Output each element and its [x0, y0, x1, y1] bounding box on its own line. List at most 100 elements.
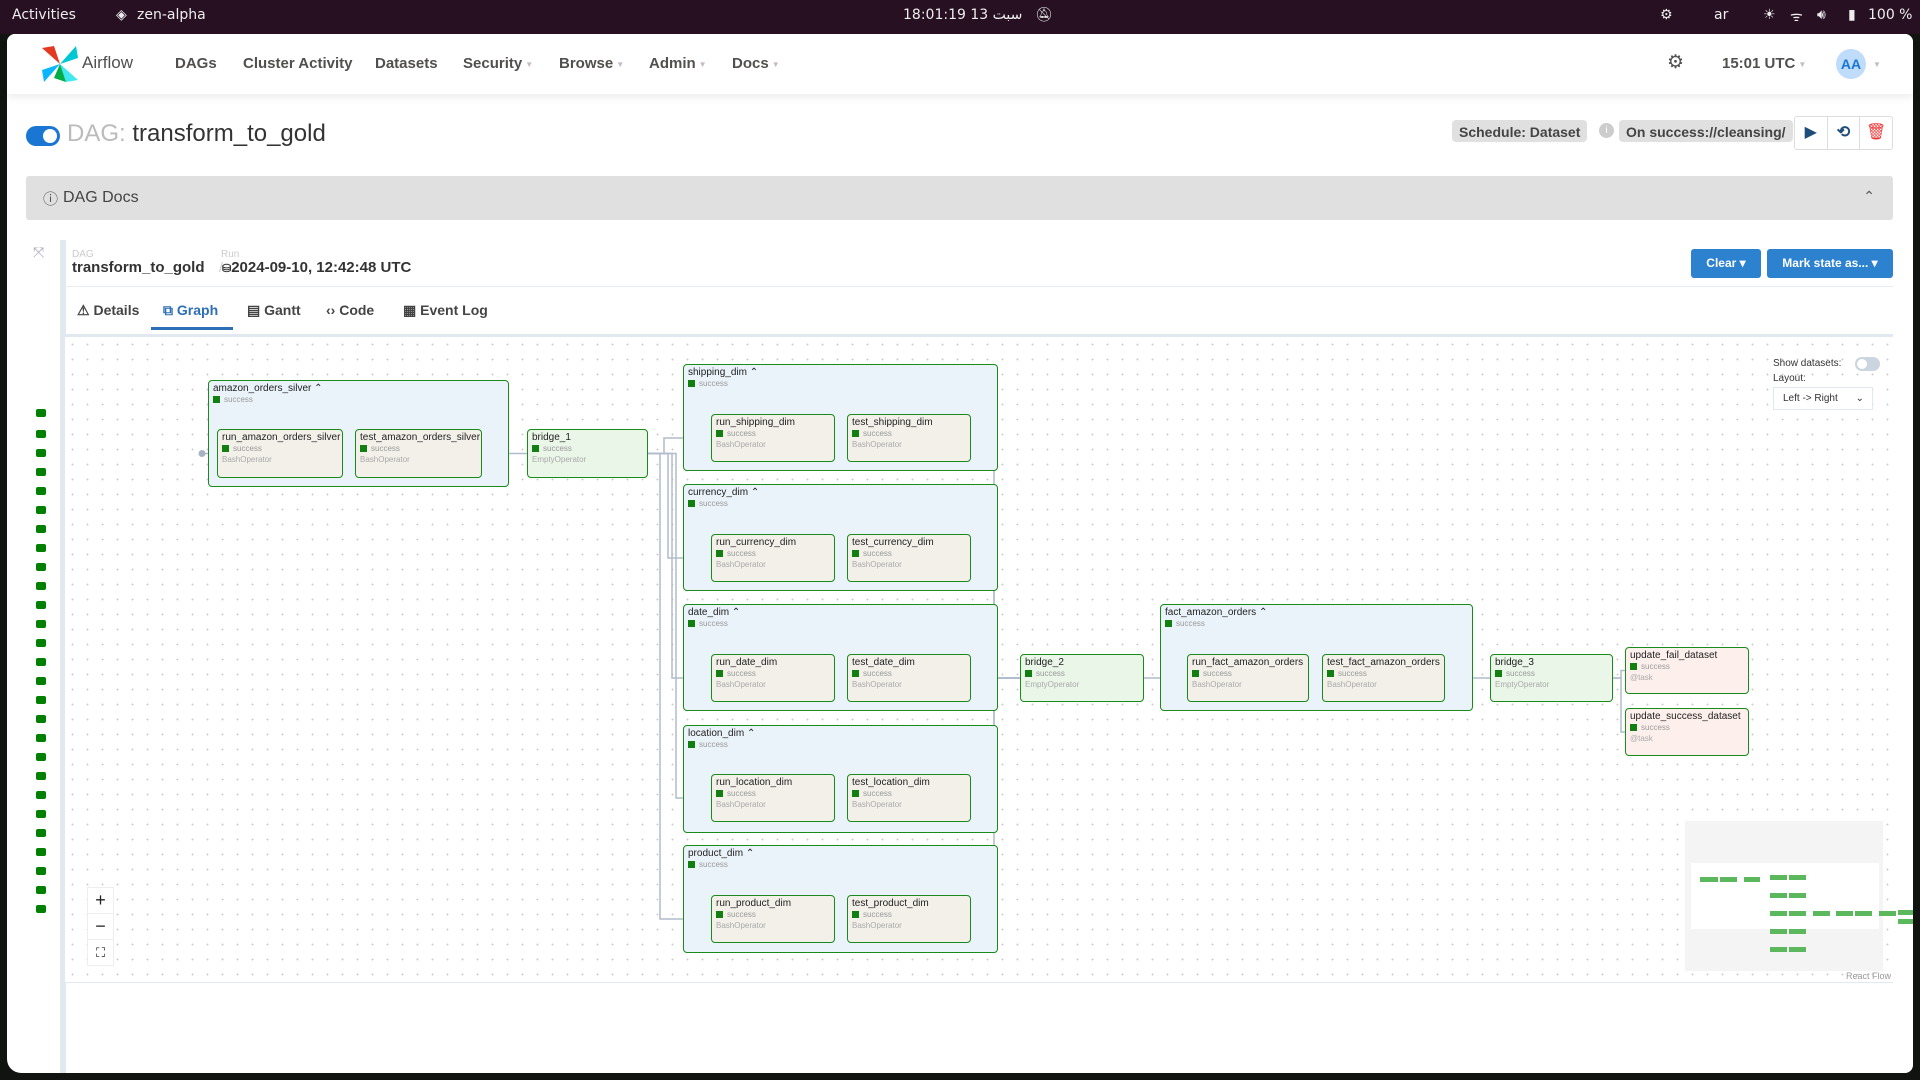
tab-graph[interactable]: ⧉ Graph — [163, 302, 218, 319]
clock[interactable]: 18:01:19 13 سبت — [903, 7, 1022, 23]
task-status-square[interactable] — [36, 601, 46, 609]
task-status-square[interactable] — [36, 867, 46, 875]
brand-name[interactable]: Airflow — [82, 53, 133, 73]
activities-button[interactable]: Activities — [12, 7, 76, 23]
task-status-square[interactable] — [36, 734, 46, 742]
info-icon[interactable]: i — [1599, 123, 1614, 138]
tab-details[interactable]: ⚠ Details — [77, 302, 139, 319]
graph-canvas[interactable]: amazon_orders_silver ⌃ success run_amazon… — [65, 334, 1913, 983]
expand-icon[interactable]: ⤧ — [33, 244, 44, 261]
tab-event-log[interactable]: ▦ Event Log — [403, 302, 488, 319]
task-status-square[interactable] — [36, 886, 46, 894]
task-status-square[interactable] — [36, 487, 46, 495]
dag-pause-toggle[interactable] — [26, 126, 60, 146]
task-node[interactable]: run_date_dim success BashOperator — [711, 654, 835, 702]
task-node[interactable]: test_amazon_orders_silver success BashOpe… — [355, 429, 482, 478]
dag-run-status-square[interactable] — [36, 409, 46, 417]
trigger-dag-play-icon[interactable]: ▶ — [1795, 117, 1828, 149]
task-node[interactable]: test_shipping_dim success BashOperator — [847, 414, 971, 462]
refresh-dag-icon[interactable]: ⟲ — [1828, 117, 1861, 149]
task-node[interactable]: run_amazon_orders_silver success BashOper… — [217, 429, 343, 478]
chevron-up-icon[interactable]: ⌃ — [1863, 188, 1875, 205]
task-status-square[interactable] — [36, 582, 46, 590]
task-node[interactable]: bridge_2 success EmptyOperator — [1020, 654, 1144, 702]
task-status-square[interactable] — [36, 791, 46, 799]
task-status-square[interactable] — [36, 772, 46, 780]
notifications-muted-icon[interactable]: 🔕︎ — [1035, 7, 1053, 23]
dataset-trigger-badge[interactable]: On success://cleansing/ — [1619, 120, 1793, 142]
task-status-square[interactable] — [36, 848, 46, 856]
task-node[interactable]: update_success_dataset success @task — [1625, 708, 1749, 756]
nav-cluster-activity[interactable]: Cluster Activity — [243, 55, 352, 72]
airflow-logo-icon[interactable] — [40, 44, 80, 84]
layout-select[interactable]: Left -> Right ⌄ — [1773, 387, 1873, 410]
task-node[interactable]: run_currency_dim success BashOperator — [711, 534, 835, 582]
task-status-square[interactable] — [36, 525, 46, 533]
task-node[interactable]: run_product_dim success BashOperator — [711, 895, 835, 943]
task-node[interactable]: test_currency_dim success BashOperator — [847, 534, 971, 582]
task-node[interactable]: test_fact_amazon_orders success BashOpera… — [1322, 654, 1445, 702]
nav-datasets[interactable]: Datasets — [375, 55, 438, 72]
nav-docs[interactable]: Docs ▼ — [732, 55, 780, 72]
task-status-square[interactable] — [36, 639, 46, 647]
zoom-out-button[interactable]: − — [87, 913, 114, 940]
nav-admin[interactable]: Admin ▼ — [649, 55, 707, 72]
task-node[interactable]: bridge_3 success EmptyOperator — [1490, 654, 1613, 702]
status-square-icon — [852, 550, 859, 557]
task-node[interactable]: test_location_dim success BashOperator — [847, 774, 971, 822]
breadcrumb-dag[interactable]: transform_to_gold — [72, 259, 205, 276]
nav-security[interactable]: Security ▼ — [463, 55, 533, 72]
delete-dag-trash-icon[interactable]: 🗑︎ — [1860, 117, 1892, 149]
tab-code[interactable]: ‹› Code — [326, 302, 374, 318]
clear-button[interactable]: Clear ▾ — [1691, 249, 1761, 278]
collapse-caret-icon[interactable]: ⌃ — [732, 607, 740, 618]
task-node[interactable]: update_fail_dataset success @task — [1625, 647, 1749, 694]
mark-state-button[interactable]: Mark state as... ▾ — [1767, 249, 1893, 278]
collapse-caret-icon[interactable]: ⌃ — [1259, 607, 1267, 618]
task-status-square[interactable] — [36, 430, 46, 438]
task-status-square[interactable] — [36, 696, 46, 704]
zoom-in-button[interactable]: + — [87, 887, 114, 914]
task-node[interactable]: run_location_dim success BashOperator — [711, 774, 835, 822]
collapse-caret-icon[interactable]: ⌃ — [746, 848, 754, 859]
node-status: success — [213, 395, 253, 404]
settings-icon[interactable]: ⚙ — [1660, 7, 1673, 23]
task-node[interactable]: bridge_1 success EmptyOperator — [527, 429, 648, 478]
collapse-caret-icon[interactable]: ⌃ — [747, 728, 755, 739]
task-status-square[interactable] — [36, 905, 46, 913]
task-status-square[interactable] — [36, 544, 46, 552]
language-indicator[interactable]: ar — [1714, 7, 1728, 23]
task-node[interactable]: test_date_dim success BashOperator — [847, 654, 971, 702]
fit-view-button[interactable]: ⛶ — [87, 939, 114, 966]
task-status-square[interactable] — [36, 506, 46, 514]
task-status-square[interactable] — [36, 658, 46, 666]
node-status: success — [1630, 723, 1670, 732]
collapse-caret-icon[interactable]: ⌃ — [314, 383, 322, 394]
collapse-caret-icon[interactable]: ⌃ — [750, 367, 758, 378]
schedule-badge[interactable]: Schedule: Dataset — [1452, 120, 1588, 142]
task-status-square[interactable] — [36, 829, 46, 837]
task-node[interactable]: test_product_dim success BashOperator — [847, 895, 971, 943]
react-flow-attribution[interactable]: React Flow — [1846, 971, 1891, 981]
task-status-square[interactable] — [36, 715, 46, 723]
task-status-square[interactable] — [36, 620, 46, 628]
task-status-square[interactable] — [36, 563, 46, 571]
tab-gantt[interactable]: ▤ Gantt — [247, 302, 301, 319]
show-datasets-toggle[interactable] — [1855, 357, 1880, 371]
breadcrumb-run[interactable]: ⛁2024-09-10, 12:42:48 UTC — [222, 259, 411, 276]
task-status-square[interactable] — [36, 677, 46, 685]
nav-browse[interactable]: Browse ▼ — [559, 55, 624, 72]
task-status-square[interactable] — [36, 449, 46, 457]
dag-docs-panel[interactable]: ⓘ DAG Docs ⌃ — [26, 176, 1893, 220]
collapse-caret-icon[interactable]: ⌃ — [751, 487, 759, 498]
task-node[interactable]: run_shipping_dim success BashOperator — [711, 414, 835, 462]
task-status-square[interactable] — [36, 468, 46, 476]
theme-gear-icon[interactable]: ⚙ — [1667, 51, 1684, 74]
timezone-dropdown[interactable]: 15:01 UTC ▼ — [1722, 55, 1806, 72]
task-status-square[interactable] — [36, 753, 46, 761]
user-avatar[interactable]: AA — [1836, 49, 1866, 79]
nav-dags[interactable]: DAGs — [175, 55, 217, 72]
task-node[interactable]: run_fact_amazon_orders success BashOperat… — [1187, 654, 1309, 702]
task-status-square[interactable] — [36, 810, 46, 818]
minimap[interactable] — [1685, 821, 1913, 971]
